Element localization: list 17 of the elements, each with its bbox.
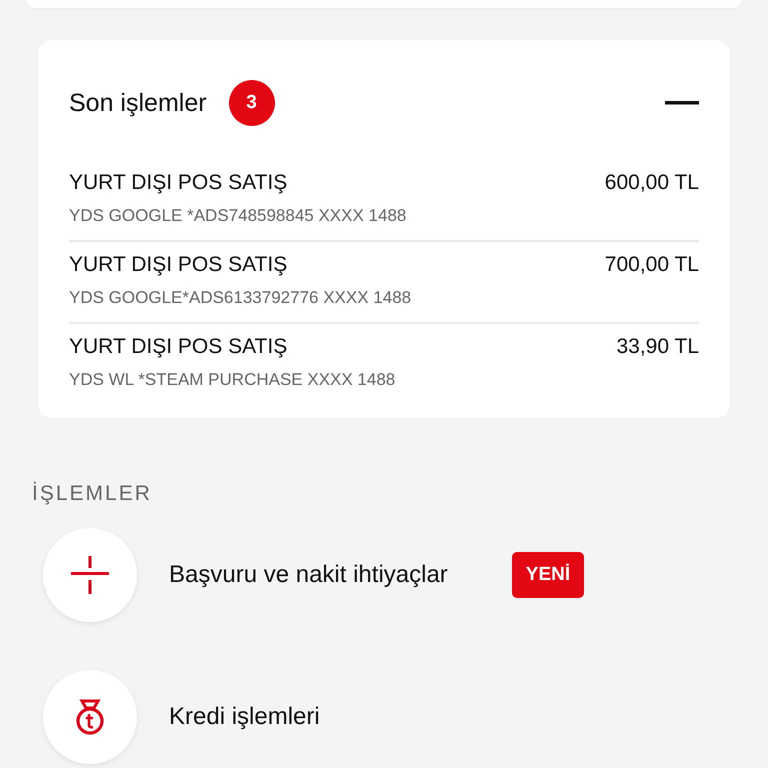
transaction-amount: 700,00 TL [604,252,699,278]
transaction-title: YURT DIŞI POS SATIŞ [69,252,288,278]
count-badge: 3 [228,80,275,126]
transaction-detail: YDS GOOGLE *ADS748598845 XXXX 1488 [69,205,406,227]
section-title: Son işlemler [69,88,207,118]
section-heading: İŞLEMLER [32,482,152,506]
transaction-amount: 33,90 TL [616,334,699,360]
transaction-title: YURT DIŞI POS SATIŞ [69,170,288,196]
minus-icon [665,101,699,104]
action-label[interactable]: Kredi işlemleri [169,703,320,731]
new-badge: YENİ [512,552,584,598]
transaction-title: YURT DIŞI POS SATIŞ [69,334,288,360]
transaction-detail: YDS WL *STEAM PURCHASE XXXX 1488 [69,369,396,391]
plus-icon [71,556,109,594]
action-label[interactable]: Başvuru ve nakit ihtiyaçlar [169,561,448,589]
transaction-amount: 600,00 TL [604,170,699,196]
transaction-detail: YDS GOOGLE*ADS6133792776 XXXX 1488 [69,287,412,309]
